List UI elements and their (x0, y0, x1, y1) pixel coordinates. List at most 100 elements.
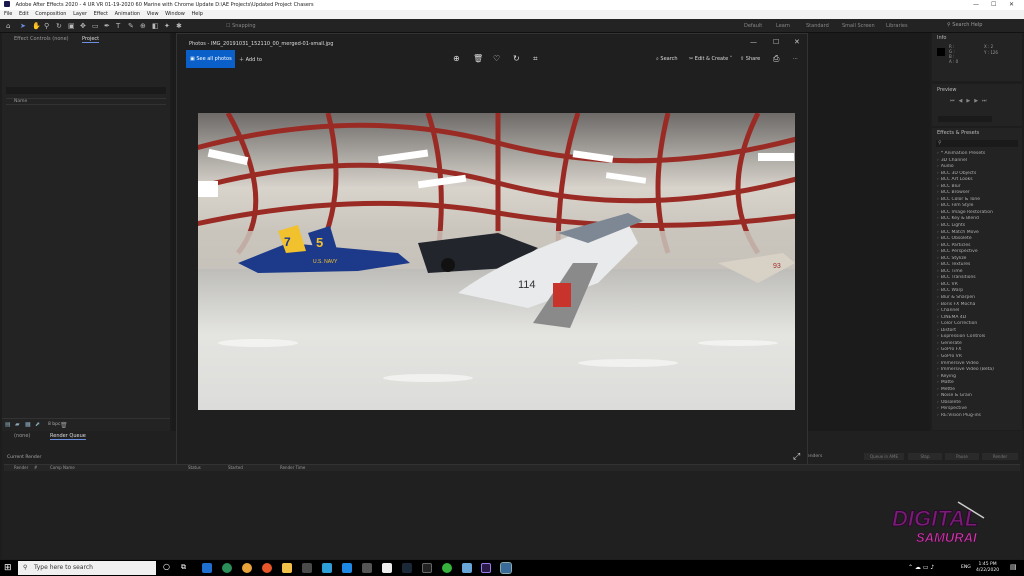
print-icon[interactable]: ⎙ (773, 54, 779, 64)
pen-tool-icon[interactable]: ✒ (104, 22, 110, 30)
tab-project[interactable]: Project (82, 36, 100, 43)
mail-icon[interactable] (322, 563, 332, 573)
rotate-tool-icon[interactable]: ↻ (56, 22, 62, 30)
bpc-label[interactable]: 8 bpc (48, 422, 60, 427)
project-search-input[interactable] (6, 87, 166, 94)
photos-taskbar-icon[interactable] (500, 562, 512, 574)
column-number[interactable]: # (34, 465, 37, 470)
puppet-tool-icon[interactable]: ✱ (176, 22, 182, 30)
task-view-icon[interactable]: ⧉ (181, 563, 186, 572)
pause-button[interactable]: Pause (945, 453, 979, 460)
queue-in-ame-button[interactable]: Queue in AME (864, 453, 904, 460)
store-icon[interactable] (302, 563, 312, 573)
hand-tool-icon[interactable]: ✋ (32, 22, 41, 30)
effects-search-input[interactable]: ⚲ (936, 140, 1018, 147)
camera-tool-icon[interactable]: ▣ (68, 22, 75, 30)
menu-help[interactable]: Help (191, 11, 202, 17)
menu-file[interactable]: File (4, 11, 12, 17)
edit-create-button[interactable]: ✂ Edit & Create ˅ (689, 56, 732, 62)
workspace-standard[interactable]: Standard (806, 23, 829, 29)
roto-tool-icon[interactable]: ✦ (164, 22, 170, 30)
preview-dropdown[interactable] (938, 116, 992, 122)
eraser-tool-icon[interactable]: ◧ (152, 22, 159, 30)
file-explorer-icon[interactable] (282, 563, 292, 573)
language-indicator[interactable]: ENG (961, 565, 971, 570)
menu-composition[interactable]: Composition (35, 11, 66, 17)
more-options-button[interactable]: ··· (793, 56, 798, 62)
system-tray-icons[interactable]: ⌃ ☁ ▭ ♪ (908, 564, 934, 571)
type-tool-icon[interactable]: T (116, 22, 120, 30)
minimize-button[interactable]: — (973, 0, 979, 10)
clone-tool-icon[interactable]: ⊕ (140, 22, 146, 30)
stop-button[interactable]: Stop (908, 453, 942, 460)
photos-minimize-button[interactable]: — (750, 38, 757, 46)
workspace-libraries[interactable]: Libraries (886, 23, 908, 29)
workspace-default[interactable]: Default (744, 23, 762, 29)
crop-icon[interactable]: ⌗ (533, 54, 538, 64)
see-all-photos-button[interactable]: ▣ See all photos (186, 50, 235, 68)
windows-start-icon[interactable]: ⊞ (4, 563, 12, 573)
tab-none-comp[interactable]: (none) (14, 433, 30, 439)
menu-view[interactable]: View (147, 11, 159, 17)
menu-effect[interactable]: Effect (94, 11, 108, 17)
tab-render-queue[interactable]: Render Queue (50, 433, 86, 440)
column-name[interactable]: Name (14, 99, 27, 104)
taskbar-clock[interactable]: 1:45 PM 4/22/2020 (976, 562, 999, 574)
column-render-time[interactable]: Render Time (280, 465, 305, 470)
sync-app-icon[interactable] (442, 563, 452, 573)
column-comp-name[interactable]: Comp Name (50, 465, 75, 470)
oculus-icon[interactable] (382, 563, 392, 573)
selection-tool-icon[interactable]: ➤ (20, 22, 26, 30)
zoom-tool-icon[interactable]: ⚲ (44, 22, 49, 30)
tab-effect-controls[interactable]: Effect Controls (none) (14, 36, 69, 42)
column-render[interactable]: Render (14, 465, 28, 470)
taskbar-search-input[interactable]: ⚲ Type here to search (18, 561, 156, 575)
interpret-footage-icon[interactable]: ▤ (5, 421, 11, 428)
photos-close-button[interactable]: ✕ (794, 38, 800, 46)
delete-icon[interactable]: 🗑 (473, 54, 483, 63)
search-help-field[interactable]: ⚲ Search Help (947, 22, 1019, 30)
maximize-button[interactable]: ☐ (991, 0, 996, 10)
menu-window[interactable]: Window (165, 11, 185, 17)
home-icon[interactable]: ⌂ (6, 22, 10, 30)
app-icon-light[interactable] (462, 563, 472, 573)
pan-behind-tool-icon[interactable]: ✥ (80, 22, 86, 30)
chrome-icon[interactable] (242, 563, 252, 573)
workspace-learn[interactable]: Learn (776, 23, 790, 29)
add-to-button[interactable]: ＋ Add to (239, 56, 262, 63)
cortana-icon[interactable]: ○ (163, 562, 170, 571)
render-button[interactable]: Render (982, 453, 1018, 460)
steam-icon[interactable] (402, 563, 412, 573)
brush-tool-icon[interactable]: ✎ (128, 22, 134, 30)
menu-animation[interactable]: Animation (115, 11, 141, 17)
rectangle-tool-icon[interactable]: ▭ (92, 22, 99, 30)
photos-search-button[interactable]: ⌕ Search (656, 56, 678, 62)
firefox-icon[interactable] (262, 563, 272, 573)
column-started[interactable]: Started (228, 465, 243, 470)
playback-controls[interactable]: ⏮◀▶▶⏭ (950, 98, 991, 104)
rotate-icon[interactable]: ↻ (513, 54, 520, 63)
delete-item-icon[interactable]: 🗑 (60, 422, 68, 429)
expand-icon[interactable]: ⤢ (793, 452, 800, 462)
column-status[interactable]: Status (188, 465, 201, 470)
after-effects-taskbar-icon[interactable] (481, 563, 491, 573)
edge-icon[interactable] (202, 563, 212, 573)
app-icon-dark[interactable] (422, 563, 432, 573)
workspace-small-screen[interactable]: Small Screen (842, 23, 875, 29)
close-button[interactable]: ✕ (1009, 0, 1014, 10)
app-icon-blue[interactable] (342, 563, 352, 573)
panorama-photo[interactable]: 7 5 U.S. NAVY 114 93 (198, 113, 795, 410)
effect-category[interactable]: RE:Vision Plug-ins (937, 413, 1021, 420)
favorite-icon[interactable]: ♡ (493, 54, 500, 63)
photos-maximize-button[interactable]: ☐ (773, 38, 779, 46)
app-icon-gray[interactable] (362, 563, 372, 573)
share-button[interactable]: ⇪ Share (740, 56, 760, 62)
new-folder-icon[interactable]: ▰ (15, 421, 20, 428)
chrome-canary-icon[interactable] (222, 563, 232, 573)
new-composition-icon[interactable]: ▦ (25, 421, 31, 428)
zoom-in-icon[interactable]: ⊕ (453, 54, 460, 63)
notifications-icon[interactable]: ▤ (1010, 563, 1017, 571)
menu-edit[interactable]: Edit (19, 11, 29, 17)
snapping-toggle[interactable]: ☐ Snapping (226, 23, 256, 29)
render-queue-icon[interactable]: ⬈ (35, 421, 40, 428)
